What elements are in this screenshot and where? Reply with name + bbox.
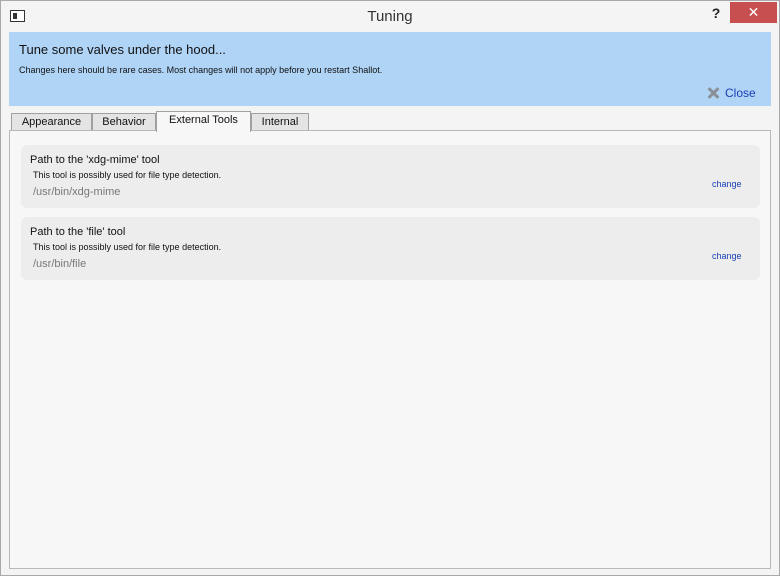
- tab-behavior[interactable]: Behavior: [92, 113, 156, 131]
- change-file-link[interactable]: change: [712, 251, 742, 261]
- setting-xdg-mime: Path to the 'xdg-mime' tool This tool is…: [21, 145, 760, 208]
- banner-close-button[interactable]: Close: [707, 84, 756, 102]
- info-banner: Tune some valves under the hood... Chang…: [9, 32, 771, 106]
- tab-bar: Appearance Behavior External Tools Inter…: [9, 111, 771, 132]
- window-title: Tuning: [367, 8, 413, 25]
- setting-value: /usr/bin/file: [33, 258, 87, 270]
- setting-title: Path to the 'file' tool: [30, 226, 126, 238]
- window-close-button[interactable]: ✕: [730, 2, 777, 23]
- banner-subtext: Changes here should be rare cases. Most …: [19, 65, 383, 75]
- change-xdg-mime-link[interactable]: change: [712, 179, 742, 189]
- setting-file: Path to the 'file' tool This tool is pos…: [21, 217, 760, 280]
- banner-close-label: Close: [725, 86, 756, 100]
- setting-description: This tool is possibly used for file type…: [33, 242, 222, 252]
- close-x-icon: [707, 87, 719, 99]
- banner-heading: Tune some valves under the hood...: [19, 42, 226, 57]
- tuning-window: Tuning ? ✕ Tune some valves under the ho…: [0, 0, 780, 576]
- setting-title: Path to the 'xdg-mime' tool: [30, 154, 160, 166]
- tab-appearance[interactable]: Appearance: [11, 113, 92, 131]
- help-button[interactable]: ?: [703, 2, 729, 24]
- tab-internal[interactable]: Internal: [251, 113, 309, 131]
- tab-external-tools[interactable]: External Tools: [156, 111, 251, 132]
- title-bar[interactable]: Tuning ? ✕: [1, 1, 779, 32]
- external-tools-panel: Path to the 'xdg-mime' tool This tool is…: [9, 130, 771, 569]
- setting-value: /usr/bin/xdg-mime: [33, 186, 121, 198]
- setting-description: This tool is possibly used for file type…: [33, 170, 222, 180]
